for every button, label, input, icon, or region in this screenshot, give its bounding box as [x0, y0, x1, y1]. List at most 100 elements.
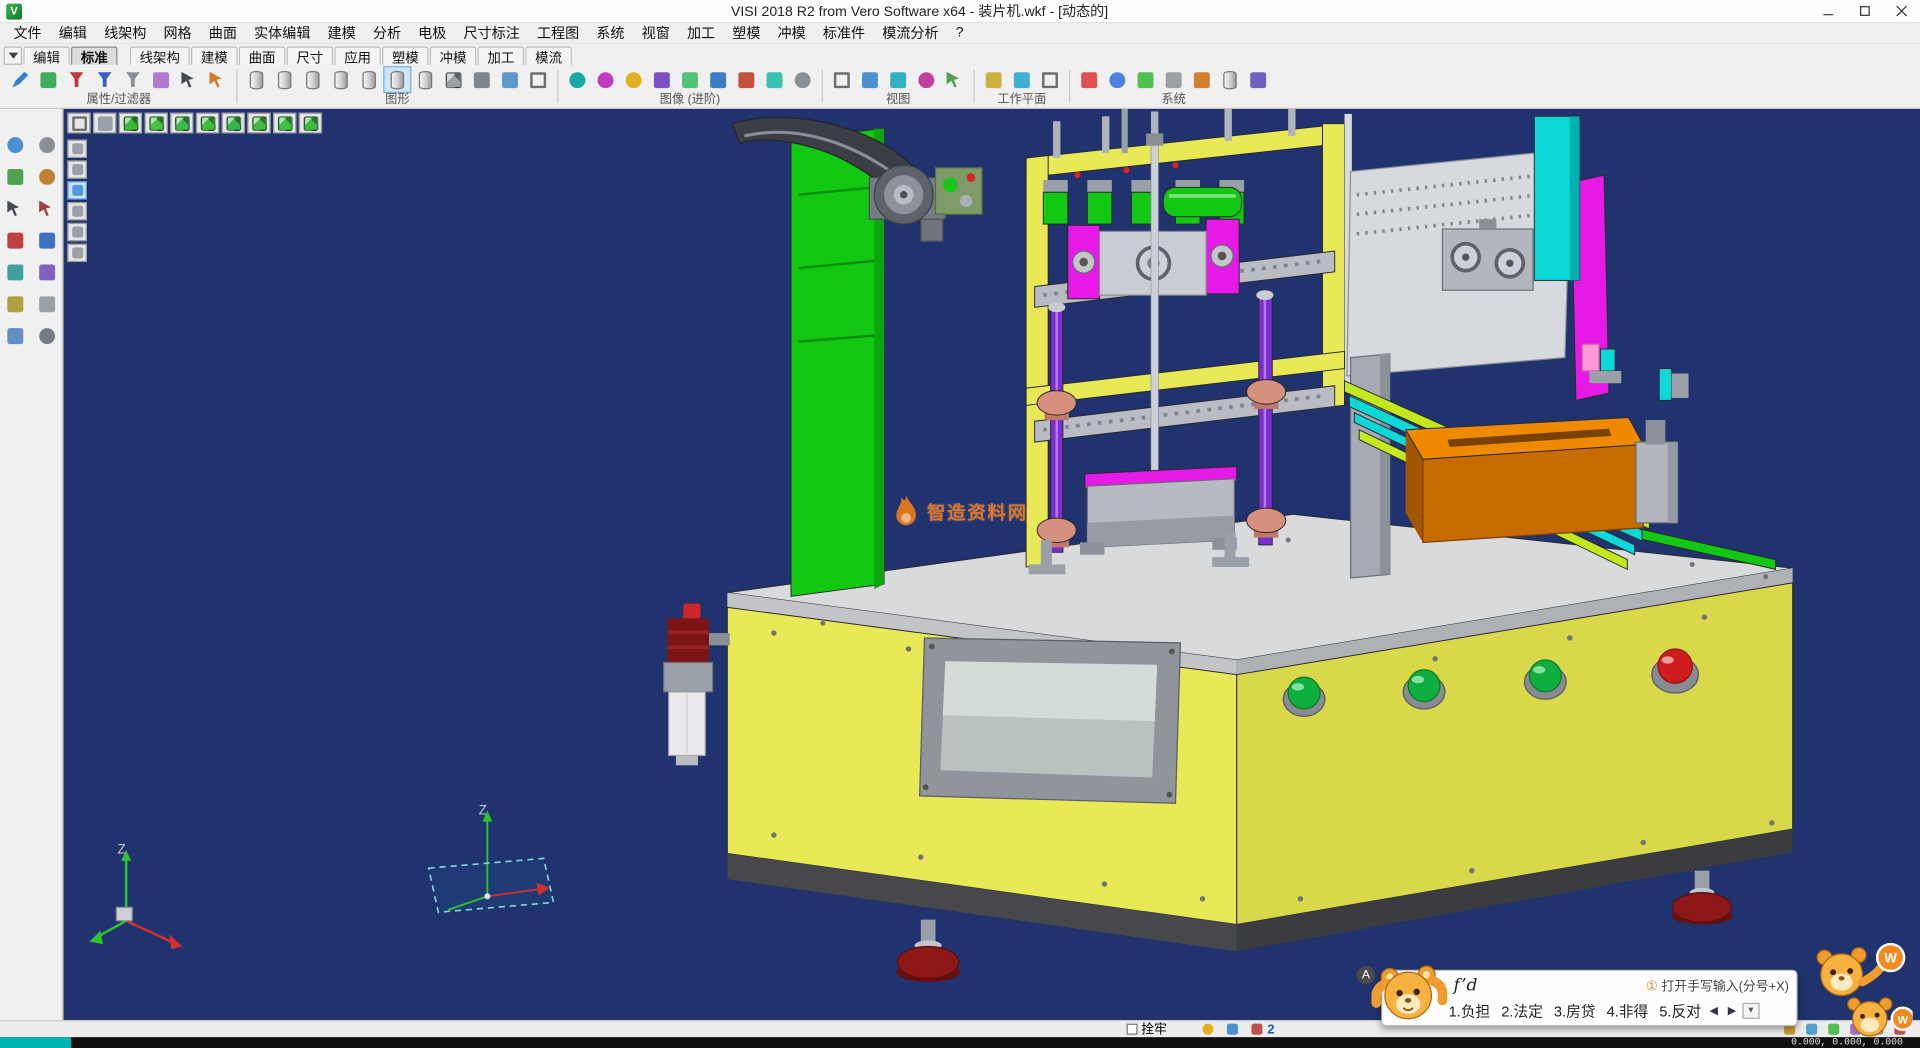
pan-icon[interactable] — [1, 163, 29, 190]
shade-dynamic[interactable] — [383, 66, 411, 93]
view-left[interactable] — [222, 113, 245, 134]
copy-icon[interactable] — [32, 227, 60, 254]
selection-mode-face[interactable] — [67, 181, 87, 199]
view-top[interactable] — [144, 113, 167, 134]
select-arrow[interactable] — [175, 66, 203, 93]
status-edit-icon[interactable] — [1248, 1022, 1265, 1037]
tab-overflow-button[interactable] — [4, 47, 22, 65]
view-dimetric[interactable] — [299, 113, 322, 134]
viewport-canvas[interactable]: Z Z — [64, 109, 1920, 1020]
menu-item[interactable]: 加工 — [678, 23, 723, 43]
menu-item[interactable]: 曲面 — [200, 23, 245, 43]
zoom-window-icon[interactable] — [1, 131, 29, 158]
view-rotate[interactable] — [912, 66, 940, 93]
workplane-new[interactable] — [980, 66, 1008, 93]
shade-hidden[interactable] — [299, 66, 327, 93]
render-material[interactable] — [591, 66, 619, 93]
ime-prev-button[interactable]: ◀ — [1708, 1004, 1719, 1017]
erase-icon[interactable] — [32, 290, 60, 317]
workplane-toggle[interactable] — [1036, 66, 1064, 93]
system-options[interactable] — [1244, 66, 1272, 93]
render-light[interactable] — [620, 66, 648, 93]
view-section[interactable] — [468, 66, 496, 93]
selection-mode-group[interactable] — [67, 223, 87, 241]
selection-mode-all[interactable] — [67, 244, 87, 262]
menu-item[interactable]: 冲模 — [769, 23, 814, 43]
tab-machining[interactable]: 加工 — [478, 47, 525, 65]
color-filter[interactable] — [91, 66, 119, 93]
tab-standard[interactable]: 标准 — [71, 47, 118, 65]
system-macro[interactable] — [1188, 66, 1216, 93]
ime-handwriting-toggle[interactable]: ① 打开手写输入(分号+X) — [1646, 977, 1789, 995]
zoom-dynamic-icon[interactable] — [32, 131, 60, 158]
system-grid[interactable] — [1075, 66, 1103, 93]
selection-mode-body[interactable] — [67, 202, 87, 220]
anchor-checkbox[interactable] — [1127, 1024, 1138, 1035]
status-layer-icon[interactable] — [1223, 1022, 1240, 1037]
menu-item[interactable]: 电极 — [410, 23, 455, 43]
deselect-icon[interactable] — [32, 195, 60, 222]
menu-item[interactable]: 尺寸标注 — [455, 23, 528, 43]
tab-flow[interactable]: 模流 — [525, 47, 572, 65]
menu-item[interactable]: 视窗 — [633, 23, 678, 43]
element-properties[interactable] — [6, 66, 34, 93]
ime-candidate[interactable]: 1.负担 — [1449, 1000, 1491, 1021]
move-icon[interactable] — [1, 258, 29, 285]
menu-item[interactable]: 塑模 — [724, 23, 769, 43]
menu-item[interactable]: ? — [947, 26, 972, 41]
viewport[interactable]: Z Z — [64, 109, 1920, 1020]
maximize-button[interactable] — [1847, 0, 1884, 22]
ime-candidate[interactable]: 2.法定 — [1501, 1000, 1543, 1021]
view-zoom-fit[interactable] — [856, 66, 884, 93]
system-database[interactable] — [1216, 66, 1244, 93]
minimize-button[interactable] — [1810, 0, 1847, 22]
shade-transparent[interactable] — [411, 66, 439, 93]
view-front[interactable] — [170, 113, 193, 134]
system-calculator[interactable] — [1160, 66, 1188, 93]
render-settings[interactable] — [789, 66, 817, 93]
layers-icon[interactable] — [1, 322, 29, 349]
tab-dimension[interactable]: 尺寸 — [287, 47, 334, 65]
options-icon[interactable] — [32, 322, 60, 349]
tab-modeling[interactable]: 建模 — [191, 47, 238, 65]
status-zoom-icon[interactable] — [1199, 1022, 1216, 1037]
view-pan[interactable] — [884, 66, 912, 93]
mirror-icon[interactable] — [32, 258, 60, 285]
view-shaded-box[interactable] — [93, 113, 116, 134]
selection-mode-point[interactable] — [67, 140, 87, 158]
ime-candidate[interactable]: 5.反对 — [1659, 1000, 1701, 1021]
menu-item[interactable]: 模流分析 — [874, 23, 947, 43]
menu-item[interactable]: 建模 — [319, 23, 364, 43]
rotate-view-icon[interactable] — [32, 163, 60, 190]
menu-item[interactable]: 标准件 — [814, 23, 873, 43]
menu-item[interactable]: 实体编辑 — [246, 23, 319, 43]
tab-wireframe[interactable]: 线架构 — [130, 47, 190, 65]
view-bottom[interactable] — [273, 113, 296, 134]
shade-wire[interactable] — [271, 66, 299, 93]
shade-mixed[interactable] — [355, 66, 383, 93]
cut-icon[interactable] — [1, 227, 29, 254]
selection-mode-edge[interactable] — [67, 160, 87, 178]
ime-more-button[interactable]: ▼ — [1742, 1003, 1759, 1019]
select-by-filter[interactable] — [203, 66, 231, 93]
element-color[interactable] — [34, 66, 62, 93]
system-globe[interactable] — [1103, 66, 1131, 93]
tab-apply[interactable]: 应用 — [334, 47, 381, 65]
view-clip[interactable] — [496, 66, 524, 93]
menu-item[interactable]: 工程图 — [528, 23, 587, 43]
menu-item[interactable]: 分析 — [364, 23, 409, 43]
shade-off[interactable] — [242, 66, 270, 93]
layer-filter[interactable] — [62, 66, 90, 93]
view-right[interactable] — [196, 113, 219, 134]
ime-candidate[interactable]: 3.房贷 — [1554, 1000, 1596, 1021]
render-background[interactable] — [704, 66, 732, 93]
shade-edges[interactable] — [440, 66, 468, 93]
render-shadow[interactable] — [676, 66, 704, 93]
close-button[interactable] — [1883, 0, 1920, 22]
menu-item[interactable]: 网格 — [155, 23, 200, 43]
view-bounds[interactable] — [524, 66, 552, 93]
filter-settings[interactable] — [147, 66, 175, 93]
measure-icon[interactable] — [1, 290, 29, 317]
tab-die[interactable]: 冲模 — [430, 47, 477, 65]
render-eye[interactable] — [563, 66, 591, 93]
